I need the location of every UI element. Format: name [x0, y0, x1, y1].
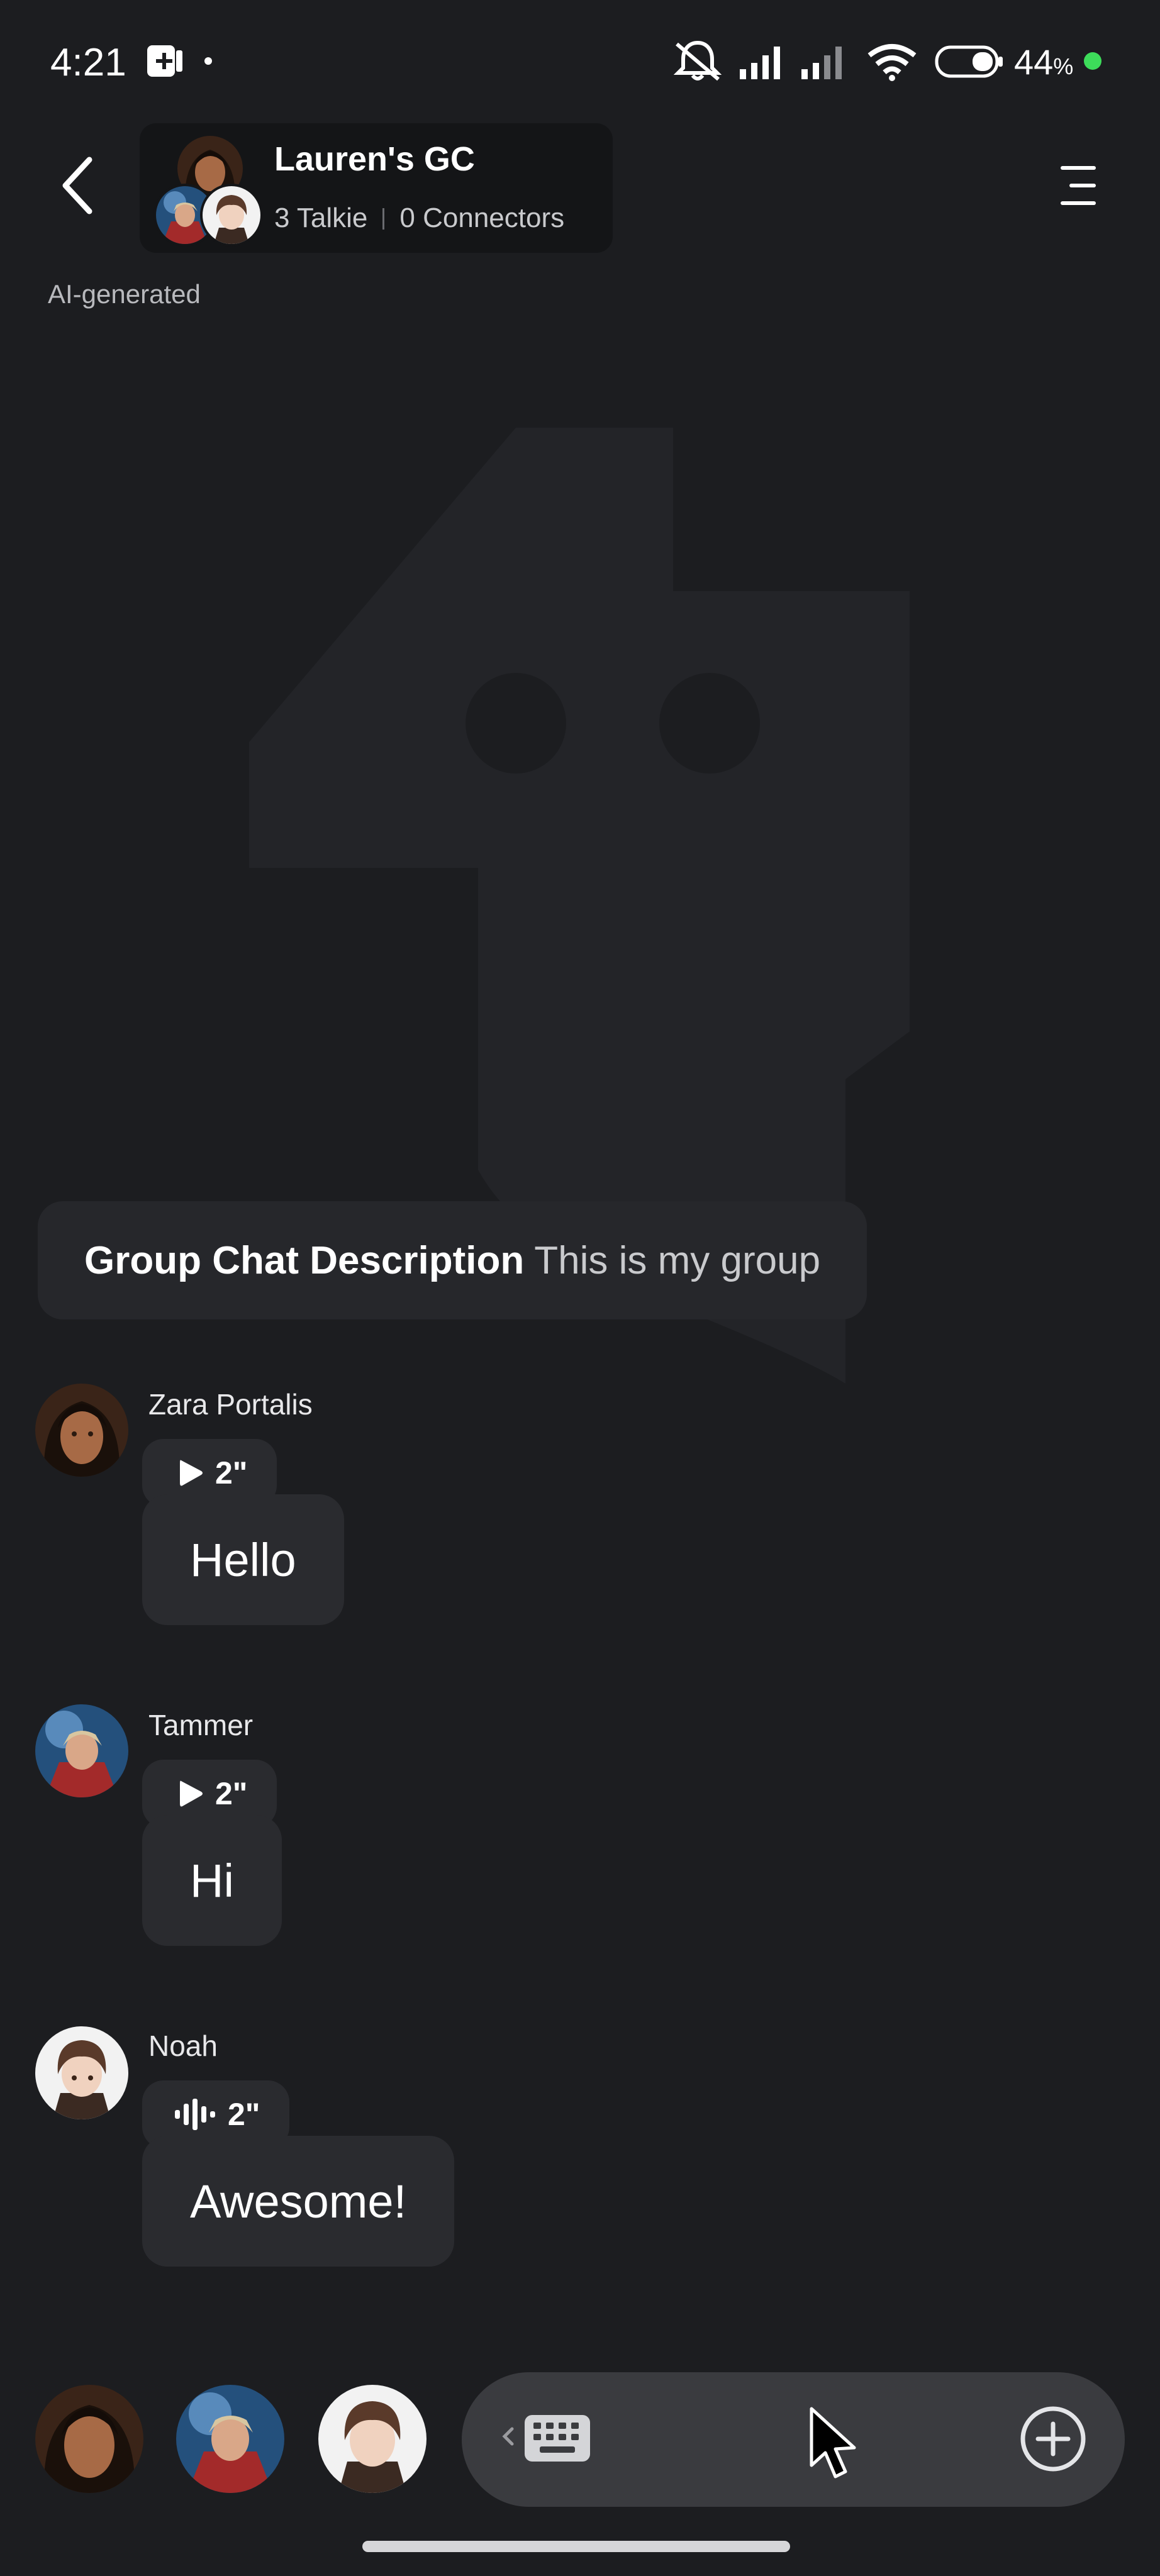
privacy-dot-icon: [1084, 52, 1101, 70]
message-text: Hello: [190, 1533, 296, 1586]
message-composer[interactable]: [462, 2372, 1125, 2507]
menu-button[interactable]: [1052, 161, 1102, 211]
group-meta: 3 Talkie 0 Connectors: [274, 203, 564, 234]
description-text: This is my group: [534, 1238, 821, 1282]
cursor-pointer-icon: [810, 2407, 856, 2479]
message-text: Awesome!: [190, 2175, 407, 2228]
voice-wave-icon: [175, 2099, 215, 2130]
sender-name: Tammer: [148, 1709, 254, 1741]
chevron-left-small-icon[interactable]: [501, 2424, 516, 2449]
description-label: Group Chat Description: [84, 1238, 525, 1282]
voice-duration: 2": [215, 1776, 248, 1811]
voice-duration: 2": [215, 1455, 248, 1491]
status-time: 4:21: [50, 41, 126, 84]
status-bar: 4:21 44%: [0, 0, 1160, 119]
sender-name: Noah: [148, 2029, 218, 2062]
group-avatar-noah: [200, 184, 263, 247]
home-indicator[interactable]: [362, 2541, 790, 2552]
play-icon: [180, 1460, 203, 1486]
ai-generated-label: AI-generated: [48, 279, 201, 309]
play-icon: [180, 1780, 203, 1807]
bottom-avatar-zara[interactable]: [35, 2385, 143, 2493]
message-text: Hi: [190, 1854, 234, 1907]
battery-percent: 44%: [1014, 42, 1074, 82]
battery-icon: [935, 45, 1003, 78]
avatar-noah[interactable]: [35, 2026, 128, 2119]
group-title: Lauren's GC: [274, 140, 475, 178]
signal-icon: [801, 47, 842, 79]
talkie-count: 3 Talkie: [274, 203, 368, 233]
message-bubble[interactable]: Awesome!: [142, 2136, 455, 2267]
chevron-left-icon: [62, 157, 92, 214]
meta-separator: [382, 208, 385, 230]
bottom-avatar-noah[interactable]: [318, 2385, 427, 2493]
avatar-tammer[interactable]: [35, 1704, 128, 1797]
dot-icon: [204, 57, 212, 65]
keyboard-icon[interactable]: [522, 2412, 593, 2464]
message-bubble[interactable]: Hi: [142, 1815, 282, 1946]
voice-duration: 2": [228, 2097, 260, 2132]
menu-icon: [1061, 166, 1096, 205]
mute-icon: [673, 40, 722, 81]
bottom-avatar-tammer[interactable]: [176, 2385, 284, 2493]
message-bubble[interactable]: Hello: [142, 1494, 344, 1625]
back-button[interactable]: [44, 151, 113, 220]
group-description: Group Chat Description This is my group: [38, 1201, 867, 1319]
avatar-zara[interactable]: [35, 1384, 128, 1477]
plus-circle-icon[interactable]: [1018, 2404, 1088, 2474]
wifi-icon: [867, 44, 917, 81]
app-notification-icon: [147, 45, 182, 77]
connectors-count: 0 Connectors: [399, 203, 565, 233]
sender-name: Zara Portalis: [148, 1388, 313, 1421]
signal-icon: [740, 47, 780, 79]
